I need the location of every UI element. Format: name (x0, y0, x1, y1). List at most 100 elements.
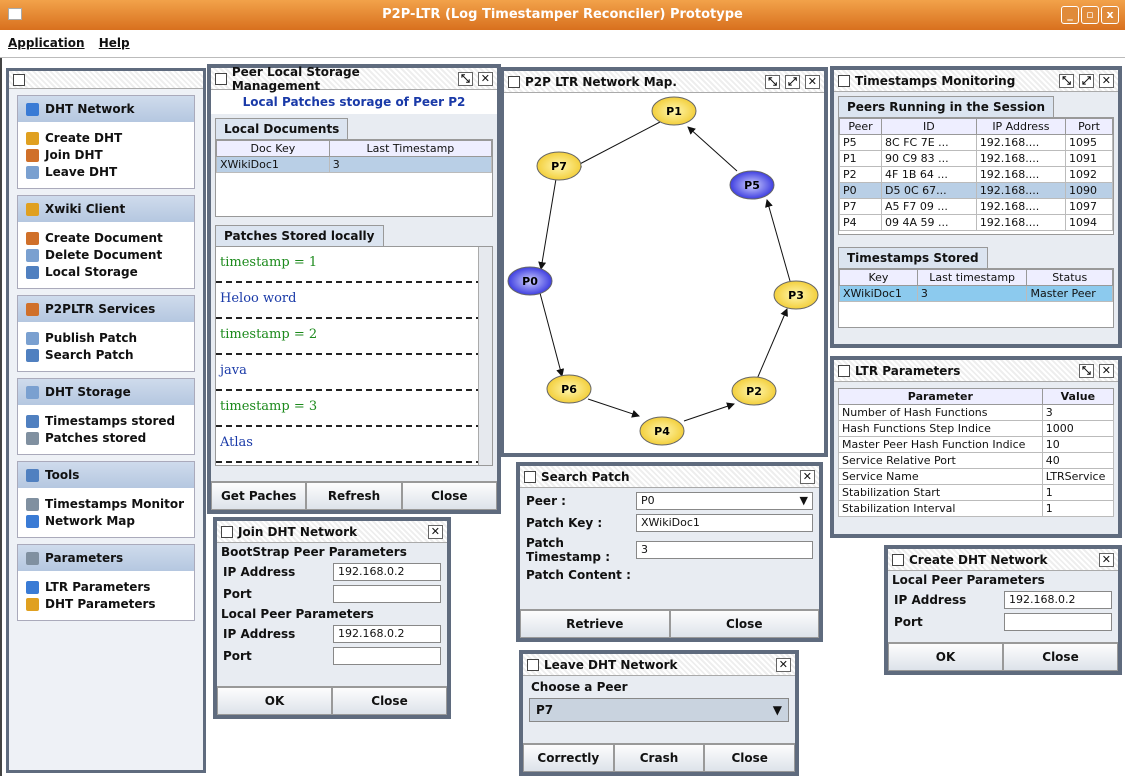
close-icon[interactable]: ✕ (799, 469, 815, 484)
bootstrap-port-input[interactable] (333, 585, 441, 603)
table-row[interactable]: XWikiDoc1 3 Master Peer (839, 285, 1113, 302)
sidebar-item[interactable]: Timestamps Monitor (26, 497, 186, 511)
table-row[interactable]: Number of Hash Functions 3 (838, 404, 1115, 421)
restore-icon[interactable]: ⤡ (457, 71, 473, 86)
list-item[interactable]: timestamp = 2 (216, 319, 492, 355)
node-p1[interactable]: P1 (651, 96, 697, 126)
close-button[interactable]: Close (401, 482, 497, 510)
sidebar-section-header[interactable]: DHT Storage (18, 379, 194, 405)
local-port-input[interactable] (333, 647, 441, 665)
sidebar-section-header[interactable]: P2PLTR Services (18, 296, 194, 322)
minimize-icon[interactable]: ⤡ (1059, 73, 1074, 88)
list-item[interactable]: timestamp = 1 (216, 247, 492, 283)
sidebar-item[interactable]: Publish Patch (26, 331, 186, 345)
sidebar-item[interactable]: Join DHT (26, 148, 186, 162)
sidebar-section-header[interactable]: DHT Network (18, 96, 194, 122)
tab-timestamps-stored[interactable]: Timestamps Stored (838, 247, 988, 268)
sidebar-item[interactable]: Local Storage (26, 265, 186, 279)
sidebar-item[interactable]: Leave DHT (26, 165, 186, 179)
list-item[interactable]: Heloo word (216, 283, 492, 319)
sidebar-item[interactable]: Create Document (26, 231, 186, 245)
table-row[interactable]: P4 09 4A 59 ... 192.168.... 1094 (839, 214, 1113, 231)
menu-help[interactable]: Help (99, 36, 130, 50)
patch-key-input[interactable]: XWikiDoc1 (636, 514, 813, 532)
close-button[interactable]: Close (704, 744, 796, 772)
tab-local-documents[interactable]: Local Documents (215, 118, 349, 139)
maximize-button[interactable]: ▫ (1081, 6, 1099, 24)
create-ip-input[interactable]: 192.168.0.2 (1004, 591, 1112, 609)
node-p2[interactable]: P2 (731, 376, 777, 406)
table-row[interactable]: Stabilization Interval 1 (838, 500, 1115, 517)
node-p6[interactable]: P6 (546, 374, 592, 404)
close-icon[interactable]: ✕ (804, 74, 820, 89)
sidebar-section: Parameters LTR Parameters DHT Parameters (17, 544, 195, 621)
table-row[interactable]: XWikiDoc1 3 (216, 156, 493, 173)
bootstrap-ip-input[interactable]: 192.168.0.2 (333, 563, 441, 581)
minimize-button[interactable]: _ (1061, 6, 1079, 24)
menu-application[interactable]: Application (8, 36, 85, 50)
close-icon[interactable]: ✕ (775, 657, 791, 672)
patch-timestamp-input[interactable]: 3 (636, 541, 813, 559)
tab-peers-running[interactable]: Peers Running in the Session (838, 96, 1054, 117)
table-row[interactable]: P0 D5 0C 67... 192.168.... 1090 (839, 182, 1113, 199)
retrieve-button[interactable]: Retrieve (520, 610, 670, 638)
sidebar-item[interactable]: Network Map (26, 514, 186, 528)
table-row[interactable]: P7 A5 F7 09 ... 192.168.... 1097 (839, 198, 1113, 215)
sidebar-item[interactable]: Patches stored (26, 431, 186, 445)
close-button[interactable]: Close (669, 610, 819, 638)
close-icon[interactable]: ✕ (1098, 363, 1114, 378)
sidebar-item[interactable]: Search Patch (26, 348, 186, 362)
minimize-icon[interactable]: ⤡ (765, 74, 780, 89)
close-icon[interactable]: ✕ (427, 524, 443, 539)
minimize-icon[interactable]: ⤡ (1078, 363, 1094, 378)
table-row[interactable]: Service Name LTRService (838, 468, 1115, 485)
refresh-button[interactable]: Refresh (306, 482, 402, 510)
maximize-icon[interactable]: ⤢ (1078, 73, 1094, 88)
item-icon (26, 597, 39, 611)
sidebar-item[interactable]: Delete Document (26, 248, 186, 262)
scrollbar[interactable] (478, 247, 492, 465)
local-ip-input[interactable]: 192.168.0.2 (333, 625, 441, 643)
tab-patches-stored[interactable]: Patches Stored locally (215, 225, 384, 246)
crash-button[interactable]: Crash (613, 744, 705, 772)
close-button[interactable]: x (1101, 6, 1119, 24)
peer-select[interactable]: P7 ▼ (529, 698, 789, 722)
table-row[interactable]: P1 90 C9 83 ... 192.168.... 1091 (839, 150, 1113, 167)
list-item[interactable]: Atlas (216, 427, 492, 463)
sidebar-item[interactable]: LTR Parameters (26, 580, 186, 594)
create-port-input[interactable] (1004, 613, 1112, 631)
sidebar-item[interactable]: DHT Parameters (26, 597, 186, 611)
close-icon[interactable]: ✕ (477, 71, 493, 86)
list-item[interactable]: java (216, 355, 492, 391)
peer-select[interactable]: P0 ▼ (636, 492, 813, 510)
table-row[interactable]: Stabilization Start 1 (838, 484, 1115, 501)
table-row[interactable]: Service Relative Port 40 (838, 452, 1115, 469)
get-patches-button[interactable]: Get Paches (211, 482, 307, 510)
close-icon[interactable]: ✕ (1098, 552, 1114, 567)
sidebar-item[interactable]: Timestamps stored (26, 414, 186, 428)
close-button[interactable]: Close (332, 687, 447, 715)
sidebar-section: Xwiki Client Create Document Delete Docume… (17, 195, 195, 289)
correctly-button[interactable]: Correctly (523, 744, 614, 772)
frame-icon (215, 72, 227, 85)
close-button[interactable]: Close (1003, 643, 1118, 671)
sidebar-section-header[interactable]: Xwiki Client (18, 196, 194, 222)
maximize-icon[interactable]: ⤢ (784, 74, 800, 89)
sidebar-section-header[interactable]: Tools (18, 462, 194, 488)
sidebar-item[interactable]: Create DHT (26, 131, 186, 145)
table-row[interactable]: P5 8C FC 7E ... 192.168.... 1095 (839, 134, 1113, 151)
close-icon[interactable]: ✕ (1098, 73, 1114, 88)
node-p0[interactable]: P0 (507, 266, 553, 296)
node-p3[interactable]: P3 (773, 280, 819, 310)
table-row[interactable]: P2 4F 1B 64 ... 192.168.... 1092 (839, 166, 1113, 183)
sidebar-section-header[interactable]: Parameters (18, 545, 194, 571)
table-row[interactable]: Master Peer Hash Function Indice 10 (838, 436, 1115, 453)
node-p5[interactable]: P5 (729, 170, 775, 200)
ltr-parameters-table: Parameter Value Number of Hash Functions 3 H… (838, 388, 1115, 517)
node-p7[interactable]: P7 (536, 151, 582, 181)
ok-button[interactable]: OK (217, 687, 332, 715)
table-row[interactable]: Hash Functions Step Indice 1000 (838, 420, 1115, 437)
node-p4[interactable]: P4 (639, 416, 685, 446)
list-item[interactable]: timestamp = 3 (216, 391, 492, 427)
ok-button[interactable]: OK (888, 643, 1003, 671)
